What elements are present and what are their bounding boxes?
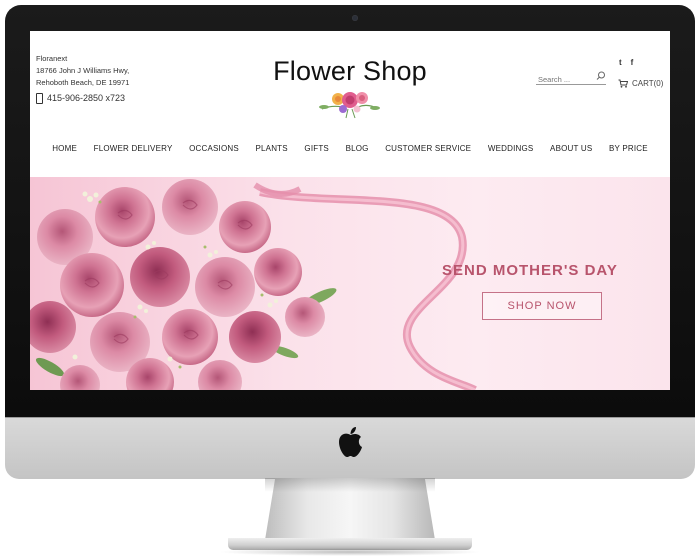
webcam (352, 15, 358, 21)
brand-logo[interactable]: Flower Shop (260, 56, 440, 119)
store-address-line1: 18766 John J Williams Hwy, (36, 66, 130, 75)
store-phone[interactable]: 415-906-2850 x723 (36, 91, 129, 105)
nav-item-by-price[interactable]: BY PRICE (601, 144, 656, 153)
search-box (536, 69, 606, 87)
nav-item-home[interactable]: HOME (44, 144, 85, 153)
apple-logo-icon (339, 427, 362, 457)
search-icon[interactable] (596, 71, 606, 81)
screen: Floranext 18766 John J Williams Hwy, Reh… (30, 31, 670, 390)
brand-title: Flower Shop (273, 56, 427, 86)
logo-flowers-icon (319, 92, 380, 119)
nav-item-plants[interactable]: PLANTS (247, 144, 296, 153)
store-name: Floranext (36, 54, 68, 63)
rose-bouquet-image (30, 179, 477, 390)
main-nav: HOME FLOWER DELIVERY OCCASIONS PLANTS GI… (30, 144, 670, 153)
nav-item-flower-delivery[interactable]: FLOWER DELIVERY (85, 144, 180, 153)
facebook-icon[interactable]: f (631, 58, 634, 67)
nav-item-customer-service[interactable]: CUSTOMER SERVICE (377, 144, 480, 153)
hero-headline: SEND MOTHER'S DAY (442, 262, 618, 279)
shop-now-button[interactable]: SHOP NOW (482, 292, 602, 320)
cart-label: CART(0) (632, 79, 664, 88)
nav-item-occasions[interactable]: OCCASIONS (181, 144, 247, 153)
nav-item-weddings[interactable]: WEDDINGS (480, 144, 542, 153)
social-links: t f (619, 58, 633, 67)
hero-banner[interactable]: SEND MOTHER'S DAY SHOP NOW (30, 177, 670, 390)
nav-item-gifts[interactable]: GIFTS (296, 144, 337, 153)
store-contact: Floranext 18766 John J Williams Hwy, Reh… (36, 53, 129, 105)
floor-shadow (218, 548, 482, 556)
store-address-line2: Rehoboth Beach, DE 19971 (36, 78, 130, 87)
twitter-icon[interactable]: t (619, 58, 622, 67)
store-phone-number: 415-906-2850 x723 (47, 93, 126, 103)
nav-item-blog[interactable]: BLOG (337, 144, 377, 153)
stand-shadow (265, 478, 435, 492)
cart-icon (618, 79, 628, 88)
nav-item-about-us[interactable]: ABOUT US (542, 144, 601, 153)
phone-icon (36, 92, 43, 104)
search-input[interactable] (536, 72, 594, 87)
cart-link[interactable]: CART(0) (618, 79, 663, 88)
